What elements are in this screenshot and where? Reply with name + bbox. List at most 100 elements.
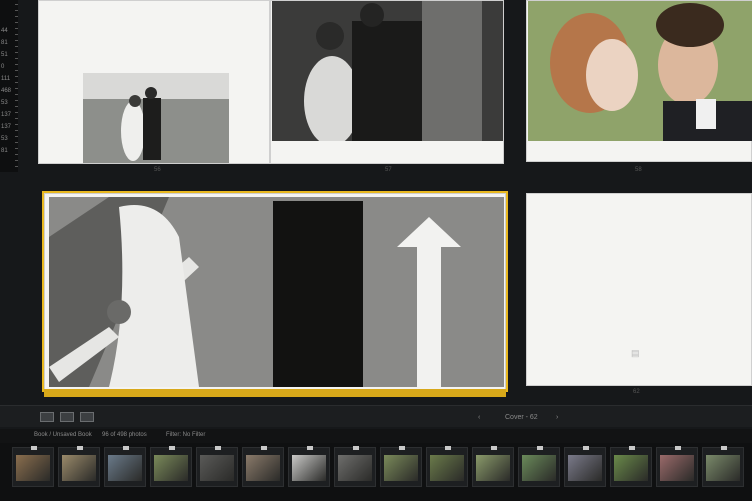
thumb-counter-badge: [537, 446, 543, 450]
chevron-right-icon[interactable]: ›: [556, 414, 558, 421]
filmstrip-thumb[interactable]: [242, 446, 284, 487]
page-indicator: Cover - 62: [505, 414, 538, 421]
filmstrip-thumb[interactable]: [426, 446, 468, 487]
thumb-image: [246, 455, 280, 481]
ruler-tick: [15, 4, 18, 5]
filmstrip-thumb[interactable]: [288, 446, 330, 487]
thumb-counter-badge: [123, 446, 129, 450]
ruler-tick: [15, 10, 18, 11]
thumb-counter-badge: [629, 446, 635, 450]
thumb-image: [62, 455, 96, 481]
count-label: 81: [1, 40, 8, 46]
count-label: 0: [1, 64, 5, 70]
thumb-counter-badge: [307, 446, 313, 450]
thumb-counter-badge: [31, 446, 37, 450]
selection-bar: [44, 389, 506, 397]
filmstrip-thumb[interactable]: [150, 446, 192, 487]
count-label: 111: [1, 76, 11, 82]
page-number: 62: [633, 389, 640, 395]
thumb-image: [338, 455, 372, 481]
ruler-tick: [15, 148, 18, 149]
couple-photo-art: [83, 73, 229, 163]
ruler-tick: [15, 46, 18, 47]
ruler-tick: [15, 76, 18, 77]
thumb-image: [706, 455, 740, 481]
ruler-tick: [15, 52, 18, 53]
chevron-left-icon[interactable]: ‹: [478, 414, 480, 421]
thumb-image: [292, 455, 326, 481]
thumb-counter-badge: [261, 446, 267, 450]
couple-photo-art: [272, 1, 503, 141]
count-label: 137: [1, 124, 12, 130]
thumb-image: [522, 455, 556, 481]
filmstrip-thumb[interactable]: [58, 446, 100, 487]
ruler-tick: [15, 16, 18, 17]
page-photo: [528, 1, 752, 141]
page-number: 56: [154, 167, 161, 173]
filmstrip-thumb[interactable]: [702, 446, 744, 487]
ruler-tick: [15, 88, 18, 89]
ruler-tick: [15, 22, 18, 23]
page-photo: [83, 73, 229, 163]
count-label: 468: [1, 88, 12, 94]
count-label: 53: [1, 100, 8, 106]
count-label: 81: [1, 148, 8, 154]
couple-photo-art: [528, 1, 752, 141]
filmstrip-thumb[interactable]: [472, 446, 514, 487]
thumb-counter-badge: [675, 446, 681, 450]
thumb-counter-badge: [399, 446, 405, 450]
page-photo: [272, 1, 503, 141]
thumb-image: [154, 455, 188, 481]
ruler-tick: [15, 154, 18, 155]
filmstrip-thumb[interactable]: [656, 446, 698, 487]
page-number: 57: [385, 167, 392, 173]
status-bar: Book / Unsaved Book 96 of 498 photos Fil…: [0, 429, 752, 443]
spread-view-button[interactable]: [60, 412, 74, 422]
thumb-image: [476, 455, 510, 481]
book-page-57[interactable]: 57: [270, 0, 504, 173]
thumb-image: [200, 455, 234, 481]
book-spread-60-61[interactable]: 60 61: [42, 191, 508, 399]
ruler-tick: [15, 40, 18, 41]
count-label: 51: [1, 52, 8, 58]
filmstrip-thumb[interactable]: [518, 446, 560, 487]
spread-photo: [49, 197, 504, 387]
filmstrip-thumb[interactable]: [380, 446, 422, 487]
ruler-tick: [15, 82, 18, 83]
ruler-tick: [15, 100, 18, 101]
filmstrip-thumb[interactable]: [12, 446, 54, 487]
ruler-tick: [15, 70, 18, 71]
ruler-tick: [15, 130, 18, 131]
filmstrip: [0, 443, 752, 501]
book-toolbar: ‹ Cover - 62 ›: [0, 405, 752, 427]
thumb-counter-badge: [215, 446, 221, 450]
filmstrip-thumb[interactable]: [104, 446, 146, 487]
multi-page-view-button[interactable]: [40, 412, 54, 422]
thumb-counter-badge: [353, 446, 359, 450]
ruler-tick: [15, 118, 18, 119]
filmstrip-thumb[interactable]: [334, 446, 376, 487]
ruler-tick: [15, 64, 18, 65]
thumb-image: [16, 455, 50, 481]
ruler-tick: [15, 106, 18, 107]
thumb-image: [660, 455, 694, 481]
filmstrip-thumb[interactable]: [564, 446, 606, 487]
thumb-counter-badge: [445, 446, 451, 450]
couple-walking-photo-art: [49, 197, 504, 387]
thumb-counter-badge: [583, 446, 589, 450]
ruler-tick: [15, 136, 18, 137]
single-page-view-button[interactable]: [80, 412, 94, 422]
breadcrumb[interactable]: Book / Unsaved Book: [34, 432, 92, 438]
left-counter-strip: 44 81 51 0 111 468 53 137 137 53 81: [0, 0, 18, 172]
book-page-62[interactable]: ▤ 62: [526, 193, 752, 395]
filter-dropdown[interactable]: Filter: No Filter: [166, 432, 205, 438]
book-page-56[interactable]: 56: [38, 0, 270, 173]
filmstrip-thumb[interactable]: [610, 446, 652, 487]
thumb-counter-badge: [77, 446, 83, 450]
filmstrip-thumb[interactable]: [196, 446, 238, 487]
thumb-image: [614, 455, 648, 481]
thumb-counter-badge: [491, 446, 497, 450]
count-label: 137: [1, 112, 12, 118]
book-page-58[interactable]: 58: [526, 0, 752, 173]
count-label: 44: [1, 28, 8, 34]
